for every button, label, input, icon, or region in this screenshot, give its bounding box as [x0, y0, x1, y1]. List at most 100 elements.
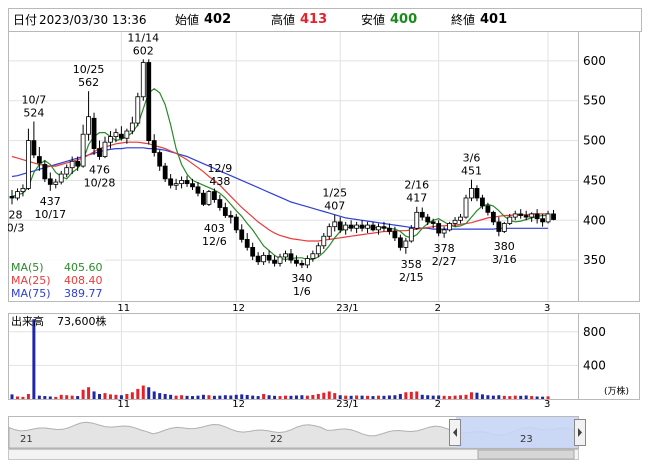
annotation-date: 12/6: [202, 235, 227, 248]
volume-bar: [289, 395, 293, 399]
volume-bar: [294, 395, 298, 399]
ma75-legend-value: 389.77: [64, 287, 103, 300]
navigator-selected-range[interactable]: [456, 417, 578, 448]
candle-body-down: [540, 218, 545, 223]
candle-body-up: [173, 183, 179, 186]
annotation-date: 10/28: [84, 177, 116, 190]
annotation-price: 358: [401, 258, 422, 271]
volume-bar: [103, 393, 107, 399]
candle-body-up: [458, 216, 463, 221]
ma25-legend-label: MA(25): [11, 274, 51, 287]
volume-bar: [87, 387, 91, 399]
candle-body-down: [250, 246, 256, 257]
candle-body-up: [310, 253, 316, 259]
candle-body-up: [64, 167, 70, 175]
annotation-date: 3/16: [492, 253, 517, 266]
candle-body-up: [69, 160, 75, 169]
candle-body-down: [370, 224, 376, 231]
annotation-date: 10/3: [8, 221, 24, 234]
volume-bar: [92, 391, 96, 399]
x-tick-label: 2: [435, 303, 441, 314]
candle-body-down: [244, 239, 250, 248]
volume-bar: [218, 395, 222, 399]
high-label: 高値: [271, 13, 296, 27]
annotation-price: 403: [204, 222, 225, 235]
volume-bar: [26, 393, 30, 399]
volume-bar: [316, 393, 320, 399]
candle: [233, 213, 239, 234]
navigator-handle-right[interactable]: [574, 419, 586, 446]
navigator-handle-left[interactable]: [449, 419, 461, 446]
candle-body-up: [326, 226, 332, 237]
annotation-price: 524: [23, 106, 44, 119]
candle: [206, 190, 212, 206]
candle-body-down: [387, 227, 392, 232]
candle-body-down: [222, 207, 228, 216]
candle-body-down: [168, 178, 174, 186]
candle-body-down: [474, 188, 480, 199]
candle: [91, 112, 97, 155]
low-value: 400: [390, 12, 418, 27]
navigator-scrollbar-thumb[interactable]: [477, 449, 575, 460]
candle-body-down: [184, 180, 190, 185]
open-value: 402: [204, 12, 232, 27]
date-value: 2023/03/30 13:36: [39, 13, 147, 27]
candle-body-down: [255, 255, 261, 263]
candle-body-down: [162, 165, 168, 180]
candle-body-down: [490, 211, 496, 223]
volume-bar: [130, 392, 134, 399]
candle-body-down: [551, 213, 556, 220]
x-tick-label-volume: 23/1: [336, 399, 358, 410]
candle-body-down: [480, 197, 485, 207]
volume-bar: [43, 396, 47, 399]
date-label: 日付: [13, 13, 38, 27]
nav-label-21: 21: [20, 434, 33, 445]
candle-body-down: [266, 254, 272, 261]
volume-bar: [141, 385, 145, 399]
volume-bar: [393, 395, 397, 399]
candle-body-down: [239, 229, 245, 240]
close-label: 終値: [451, 13, 476, 27]
candle-body-up: [315, 245, 321, 255]
annotation-date: 12/9: [208, 162, 233, 175]
volume-bar: [54, 396, 58, 399]
price-tick-label: 400: [583, 213, 606, 227]
volume-bar: [371, 396, 375, 399]
candle-body-up: [343, 224, 349, 231]
volume-bar: [305, 395, 309, 399]
candle-body-up: [469, 188, 474, 199]
volume-bar: [442, 395, 446, 399]
volume-bar: [366, 395, 370, 399]
volume-bar: [464, 394, 468, 399]
candle-body-up: [26, 140, 31, 189]
candle-body-down: [534, 213, 540, 220]
x-tick-label: 12: [232, 303, 245, 314]
candle-body-up: [304, 258, 310, 266]
volume-title-value: 73,600株: [57, 314, 107, 328]
volume-bar: [251, 395, 255, 399]
volume-bar: [491, 395, 495, 399]
candle-body-up: [403, 240, 409, 248]
candle-body-up: [15, 191, 20, 199]
volume-bar: [32, 319, 36, 399]
candle-body-down: [233, 216, 239, 231]
candle-body-up: [113, 132, 119, 138]
candle-body-down: [211, 191, 217, 200]
annotation-price: 407: [324, 200, 345, 213]
volume-bar: [513, 395, 517, 399]
candle-body-up: [86, 116, 91, 135]
volume-bar: [398, 393, 402, 399]
volume-bar: [322, 392, 326, 399]
volume-bar: [21, 396, 25, 399]
candle-body-up: [463, 197, 469, 218]
x-tick-label: 3: [544, 303, 550, 314]
volume-bar: [136, 388, 140, 399]
volume-bar: [267, 395, 271, 399]
volume-tick-label: 800: [583, 325, 606, 339]
candle-body-down: [523, 215, 529, 218]
candle-body-up: [179, 180, 184, 185]
annotation-date: 2/15: [399, 271, 424, 284]
high-value: 413: [300, 12, 328, 27]
candle: [146, 59, 152, 145]
volume-bar: [530, 396, 534, 399]
